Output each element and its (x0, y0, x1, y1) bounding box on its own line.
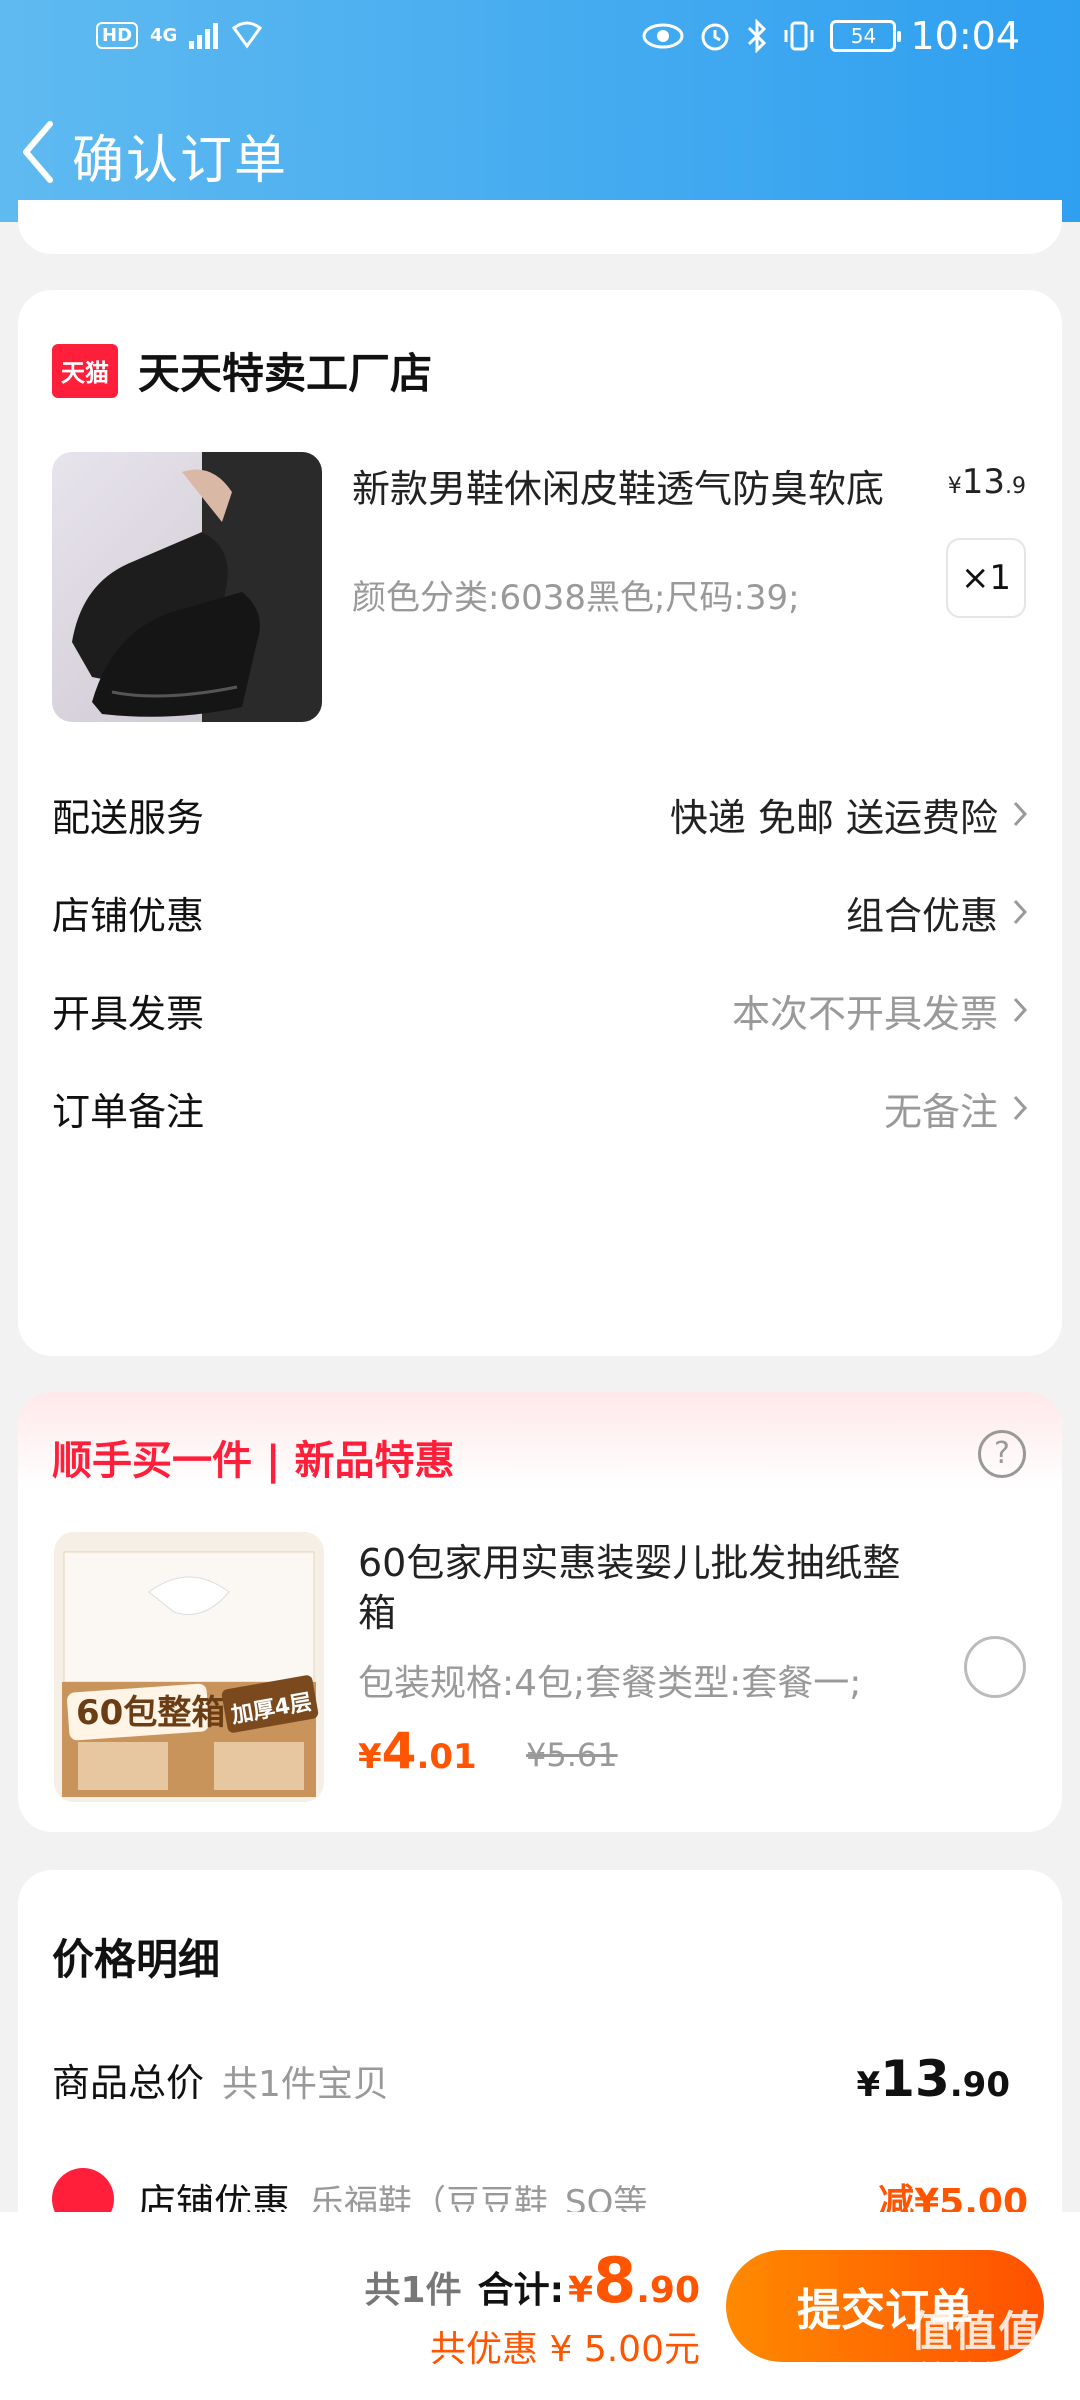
eye-icon (642, 23, 684, 49)
network-label: 4G (150, 24, 178, 46)
upsell-price-dec: .01 (416, 1737, 477, 1777)
bluetooth-icon (748, 19, 767, 53)
signal-icon (189, 21, 219, 49)
product-image[interactable] (52, 452, 322, 722)
invoice-value-text: 本次不开具发票 (731, 991, 998, 1036)
upsell-price-int: 4 (381, 1722, 417, 1780)
back-arrow-icon[interactable] (18, 118, 58, 186)
status-bar: HD 4G 54 10:04 (0, 0, 1080, 80)
chevron-right-icon (1013, 899, 1028, 925)
price-detail-title: 价格明细 (52, 1935, 221, 1984)
quantity-stepper[interactable]: ×1 (946, 538, 1026, 618)
product-price-int: 13 (961, 462, 1005, 502)
upsell-price-currency: ¥ (358, 1737, 382, 1777)
help-icon[interactable]: ? (978, 1430, 1026, 1478)
total-currency: ¥ (568, 2270, 594, 2311)
alarm-icon (701, 23, 729, 51)
invoice-row[interactable]: 开具发票 本次不开具发票 (52, 970, 1028, 1050)
order-note-row[interactable]: 订单备注 无备注 (52, 1068, 1028, 1148)
goods-total-int: 13 (880, 2050, 950, 2108)
order-note-value: 无备注 (884, 1081, 1028, 1136)
chevron-right-icon (1013, 1095, 1028, 1121)
total-line: 共1件 合计: ¥8.90 (365, 2244, 700, 2317)
address-card-remnant (18, 200, 1062, 254)
checkout-bar: 共1件 合计: ¥8.90 共优惠 ¥ 5.00元 提交订单 值值值 zhizhi… (0, 2212, 1080, 2400)
order-note-label: 订单备注 (52, 1089, 205, 1134)
upsell-product-image[interactable]: 60包整箱 加厚4层 (54, 1532, 324, 1802)
goods-count: 共1件宝贝 (222, 2063, 389, 2105)
goods-total-dec: .90 (949, 2065, 1010, 2105)
upsell-price: ¥4.01 (358, 1722, 477, 1780)
upsell-select-radio[interactable] (964, 1636, 1026, 1698)
shop-discount-value-text: 组合优惠 (845, 893, 998, 938)
total-label: 合计: (477, 2270, 565, 2311)
wifi-call-icon (232, 21, 263, 49)
delivery-row[interactable]: 配送服务 快递 免邮 送运费险 (52, 774, 1028, 854)
order-note-value-text: 无备注 (883, 1089, 998, 1134)
delivery-value: 快递 免邮 送运费险 (670, 787, 1028, 842)
status-time: 10:04 (910, 14, 1020, 58)
watermark: 值值值 zhizhizhi.com (910, 2298, 1058, 2380)
goods-total-currency: ¥ (856, 2065, 881, 2105)
product-price: ¥13.9 (948, 462, 1026, 502)
hd-icon: HD (96, 21, 139, 49)
product-price-dec: .9 (1005, 474, 1026, 499)
vibrate-icon (784, 21, 814, 51)
upsell-card: 顺手买一件 | 新品特惠 ? 60包整箱 加厚4层 60包家用实惠装婴儿批发抽纸… (18, 1392, 1062, 1832)
delivery-label: 配送服务 (52, 795, 205, 840)
shop-discount-label: 店铺优惠 (52, 893, 205, 938)
watermark-sub: zhizhizhi.com (910, 2359, 1058, 2380)
total-dec: .90 (636, 2270, 700, 2311)
upsell-title: 顺手买一件 | 新品特惠 (52, 1438, 455, 1484)
page-title: 确认订单 (72, 131, 289, 191)
tmall-logo-icon: 天猫 (52, 343, 118, 398)
shop-header[interactable]: 天猫 天天特卖工厂店 (52, 340, 432, 401)
goods-total-label: 商品总价 (52, 2060, 205, 2105)
upsell-old-price: ¥5.61 (526, 1736, 618, 1774)
upsell-img-label: 60包整箱 (76, 1693, 225, 1733)
delivery-value-text: 快递 免邮 送运费险 (669, 795, 998, 840)
watermark-text: 值值值 (910, 2307, 1043, 2356)
item-count: 共1件 (364, 2270, 462, 2311)
total-amount: ¥8.90 (568, 2244, 700, 2317)
shop-order-card: 天猫 天天特卖工厂店 新款男鞋休闲皮鞋透气防臭软底 ¥13.9 颜色分类:603… (18, 290, 1062, 1356)
shop-name: 天天特卖工厂店 (138, 349, 433, 398)
upsell-product-name[interactable]: 60包家用实惠装婴儿批发抽纸整箱 (358, 1538, 918, 1638)
status-right: 54 10:04 (642, 14, 1020, 58)
app-header: HD 4G 54 10:04 确认订单 (0, 0, 1080, 222)
chevron-right-icon (1013, 997, 1028, 1023)
shoe-image-icon (72, 452, 322, 722)
status-left: HD 4G (96, 20, 264, 50)
goods-total-row: 商品总价 共1件宝贝 ¥13.90 (52, 2050, 1010, 2108)
product-title[interactable]: 新款男鞋休闲皮鞋透气防臭软底 (352, 458, 884, 513)
total-int: 8 (593, 2244, 637, 2317)
goods-total-amount: ¥13.90 (857, 2050, 1011, 2108)
upsell-product-spec[interactable]: 包装规格:4包;套餐类型:套餐一; (358, 1654, 861, 1706)
product-spec[interactable]: 颜色分类:6038黑色;尺码:39; (352, 570, 800, 619)
shop-discount-row[interactable]: 店铺优惠 组合优惠 (52, 872, 1028, 952)
battery-icon: 54 (830, 20, 902, 52)
total-saved: 共优惠 ¥ 5.00元 (430, 2329, 700, 2370)
invoice-value: 本次不开具发票 (732, 983, 1028, 1038)
invoice-label: 开具发票 (52, 991, 205, 1036)
shop-discount-value: 组合优惠 (846, 885, 1028, 940)
chevron-right-icon (1013, 801, 1028, 827)
product-price-currency: ¥ (947, 474, 962, 499)
tissue-box-image-icon: 60包整箱 加厚4层 (54, 1532, 324, 1802)
